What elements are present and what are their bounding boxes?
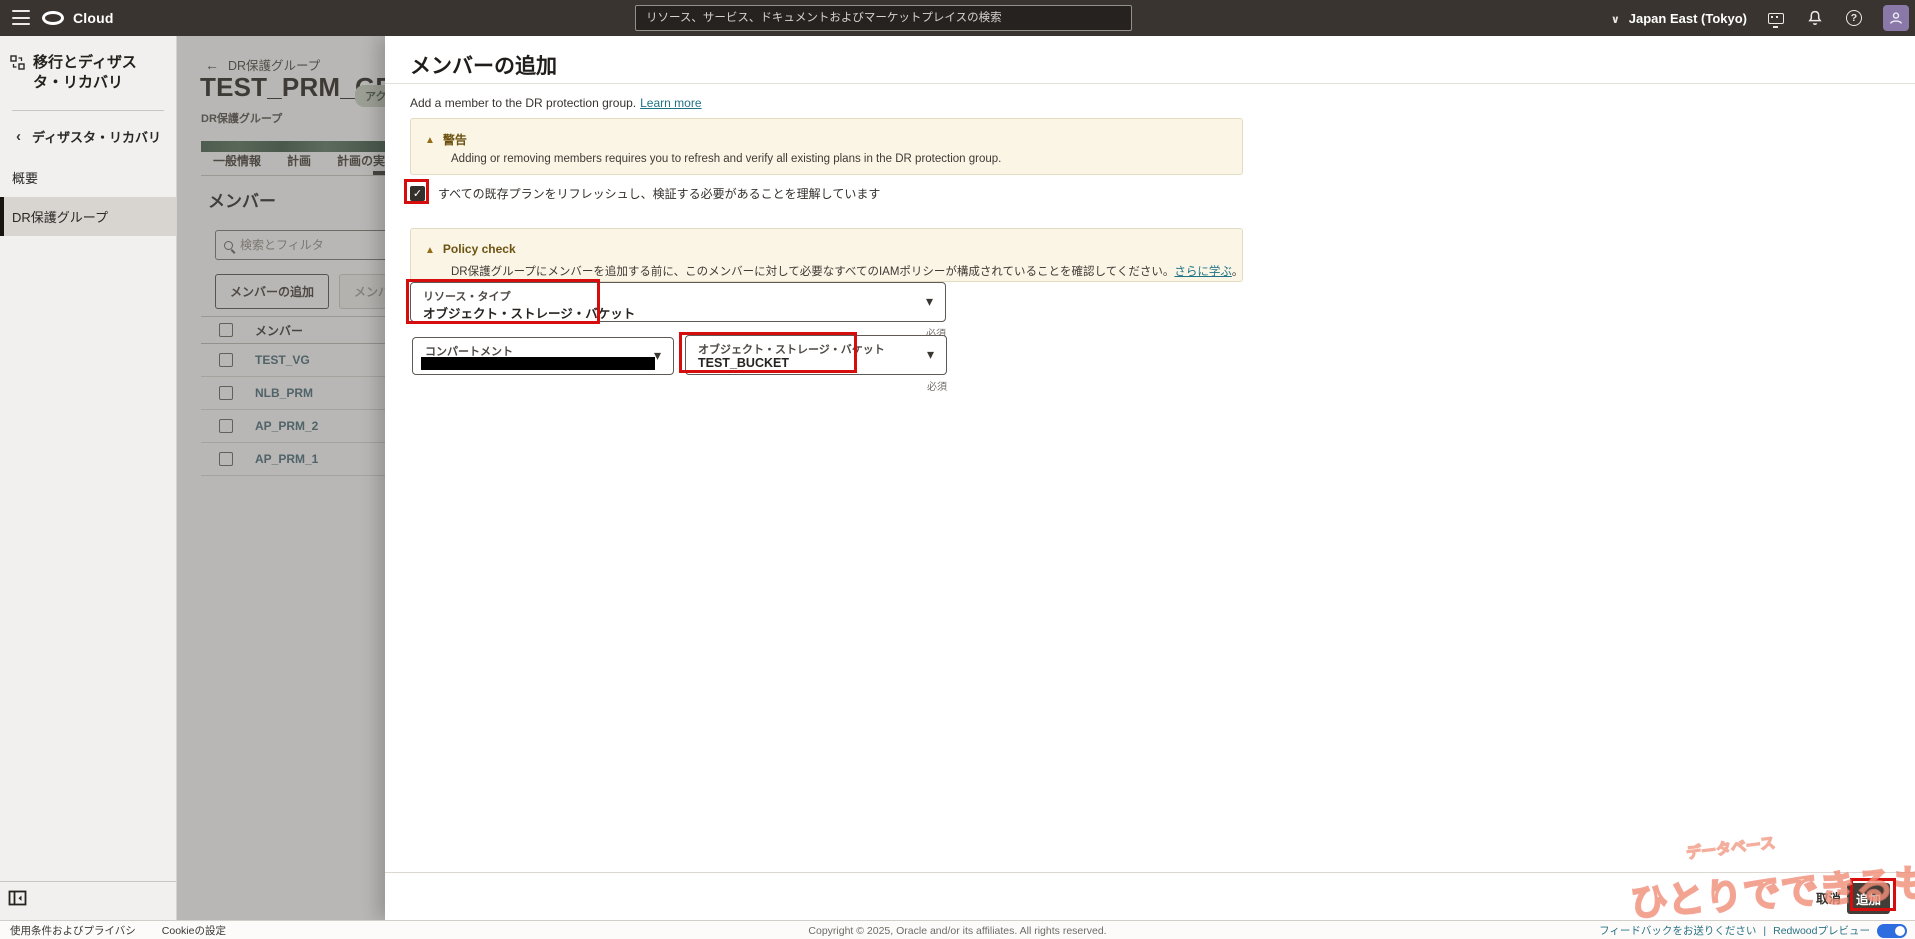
sidebar-item-overview[interactable]: 概要: [0, 158, 176, 197]
policy-body: DR保護グループにメンバーを追加する前に、このメンバーに対して必要なすべてのIA…: [411, 261, 1242, 279]
oracle-o-icon: [42, 11, 64, 25]
resource-type-value: オブジェクト・ストレージ・バケット: [423, 303, 635, 322]
acknowledge-label: すべての既存プランをリフレッシュし、検証する必要があることを理解しています: [438, 185, 880, 202]
chevron-down-icon: [1611, 11, 1620, 26]
add-button[interactable]: 追加: [1847, 883, 1890, 914]
topbar-actions: Japan East (Tokyo): [1611, 0, 1909, 36]
region-label: Japan East (Tokyo): [1629, 11, 1747, 26]
top-bar: Cloud Japan East (Tokyo): [0, 0, 1915, 36]
learn-more-link[interactable]: Learn more: [640, 96, 701, 110]
user-avatar[interactable]: [1883, 5, 1909, 31]
required-hint: 必須: [685, 378, 947, 393]
left-sidebar: 移行とディザスタ・リカバリ ディザスタ・リカバリ 概要 DR保護グループ: [0, 36, 177, 920]
redwood-preview-toggle[interactable]: [1877, 924, 1907, 938]
region-selector[interactable]: Japan East (Tokyo): [1611, 11, 1747, 26]
dropdown-caret-icon: [654, 347, 661, 365]
warning-box: 警告 Adding or removing members requires y…: [410, 118, 1243, 175]
global-search-input[interactable]: [635, 5, 1132, 31]
policy-check-box: Policy check DR保護グループにメンバーを追加する前に、このメンバー…: [410, 228, 1243, 282]
collapse-sidebar-icon[interactable]: [8, 890, 28, 907]
redacted-value: [421, 357, 655, 370]
sidebar-item-dr-protection-groups[interactable]: DR保護グループ: [0, 197, 176, 236]
panel-title-divider: [385, 83, 1915, 84]
global-footer: 使用条件およびプライバシ Cookieの設定 Copyright © 2025,…: [0, 920, 1915, 939]
dropdown-caret-icon: [926, 293, 933, 311]
panel-intro: Add a member to the DR protection group.…: [410, 96, 702, 110]
policy-title: Policy check: [443, 242, 516, 256]
notifications-bell-icon[interactable]: [1805, 8, 1825, 28]
hamburger-menu-icon[interactable]: [12, 10, 30, 25]
migration-dr-icon: [10, 55, 25, 70]
dropdown-caret-icon: [927, 346, 934, 364]
sidebar-back-link[interactable]: ディザスタ・リカバリ: [0, 111, 176, 158]
warning-body: Adding or removing members requires you …: [411, 151, 1242, 165]
oci-console: Cloud Japan East (Tokyo) 移行とディザスタ・リカバリ: [0, 0, 1915, 939]
redwood-preview-label: Redwoodプレビュー: [1773, 923, 1870, 938]
acknowledge-checkbox[interactable]: [410, 186, 425, 201]
sidebar-title: 移行とディザスタ・リカバリ: [33, 53, 166, 92]
brand-name: Cloud: [73, 10, 114, 26]
cancel-button[interactable]: 取消: [1816, 888, 1841, 907]
panel-title: メンバーの追加: [410, 50, 557, 80]
cloud-shell-icon[interactable]: [1766, 8, 1786, 28]
help-icon[interactable]: [1844, 8, 1864, 28]
warning-title: 警告: [443, 131, 467, 148]
acknowledge-row: すべての既存プランをリフレッシュし、検証する必要があることを理解しています: [410, 185, 880, 202]
panel-footer-divider: [385, 872, 1915, 873]
add-member-panel: メンバーの追加 Add a member to the DR protectio…: [385, 36, 1915, 920]
resource-type-label: リソース・タイプ: [423, 288, 510, 304]
sidebar-bottom: [0, 881, 176, 920]
bucket-label: オブジェクト・ストレージ・バケット: [698, 341, 885, 357]
feedback-link[interactable]: フィードバックをお送りください: [1599, 923, 1756, 938]
sidebar-header: 移行とディザスタ・リカバリ: [0, 36, 176, 106]
warning-triangle-icon: [425, 130, 435, 148]
warning-triangle-icon: [425, 240, 435, 258]
compartment-select[interactable]: コンパートメント: [412, 337, 674, 375]
chevron-left-icon: [16, 128, 21, 145]
bucket-select[interactable]: オブジェクト・ストレージ・バケット TEST_BUCKET: [685, 335, 947, 375]
bucket-value: TEST_BUCKET: [698, 356, 789, 370]
learn-more-jp-link[interactable]: さらに学ぶ: [1174, 266, 1232, 278]
oracle-cloud-logo[interactable]: Cloud: [42, 0, 114, 36]
resource-type-select[interactable]: リソース・タイプ オブジェクト・ストレージ・バケット: [410, 282, 946, 322]
